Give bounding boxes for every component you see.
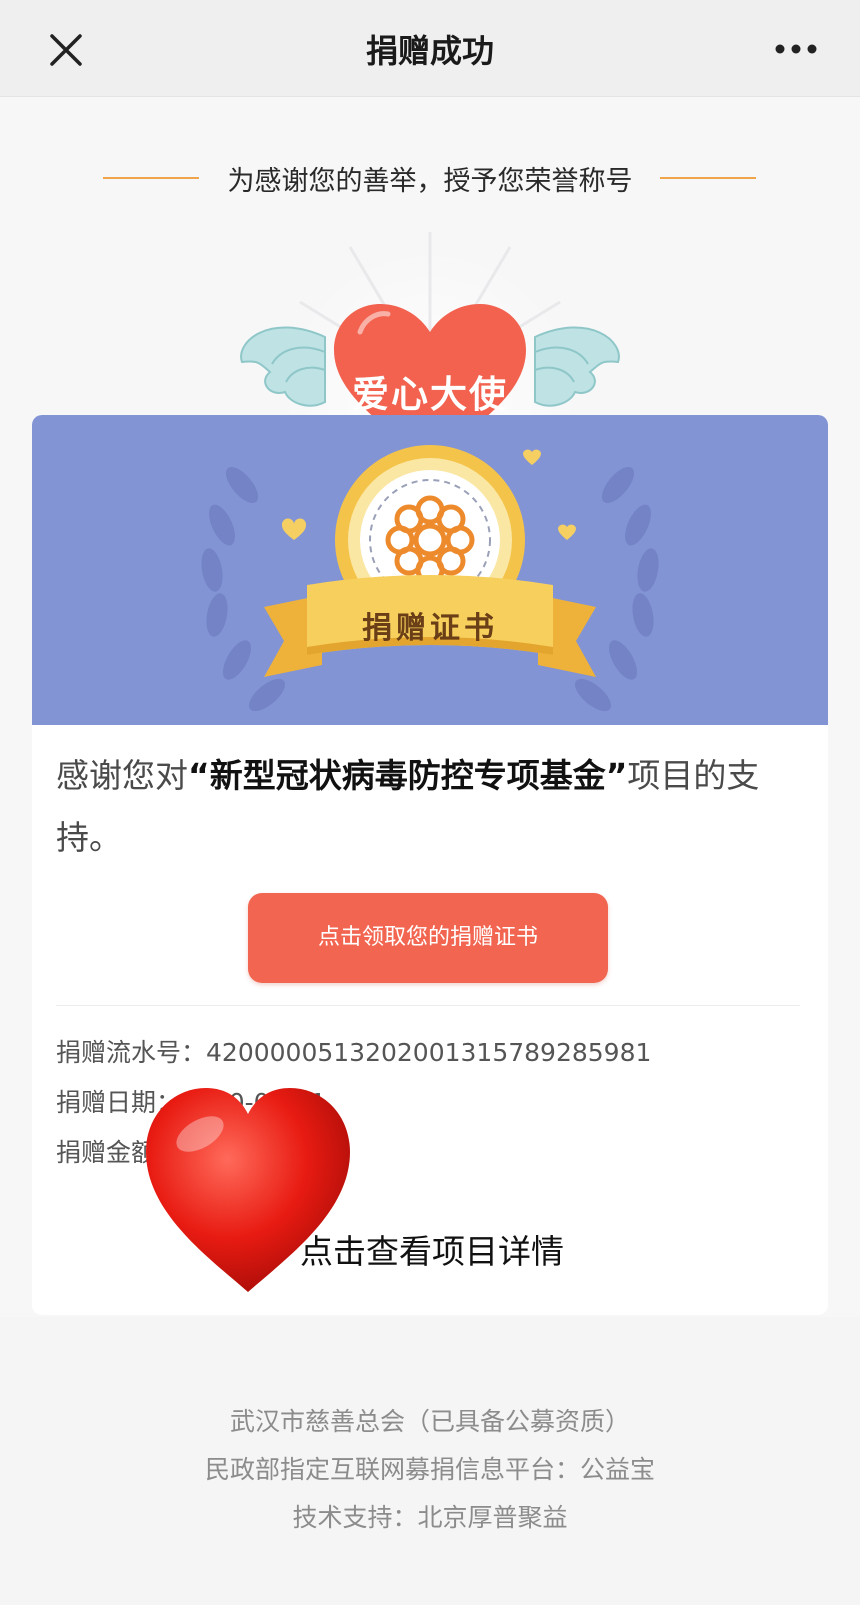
more-icon[interactable] xyxy=(772,32,820,66)
divider-line xyxy=(660,177,756,179)
heart-emoji-icon xyxy=(146,1088,350,1292)
top-bar: 捐赠成功 xyxy=(0,0,860,97)
footer-line: 技术支持：北京厚普聚益 xyxy=(292,1503,568,1532)
thanks-message: 感谢您对“新型冠状病毒防控专项基金”项目的支持。 xyxy=(56,745,806,869)
honor-header: 为感谢您的善举，授予您荣誉称号 xyxy=(0,157,860,197)
serial-label: 捐赠流水号： xyxy=(56,1038,207,1067)
badge-title: 爱心大使 xyxy=(352,373,508,416)
footer-line: 武汉市慈善总会（已具备公募资质） xyxy=(229,1407,630,1436)
certificate-banner: 捐赠证书 xyxy=(32,415,828,725)
project-name: “新型冠状病毒防控专项基金” xyxy=(188,756,628,795)
footer-line: 民政部指定互联网募捐信息平台：公益宝 xyxy=(204,1455,655,1484)
footer: 武汉市慈善总会（已具备公募资质） 民政部指定互联网募捐信息平台：公益宝 技术支持… xyxy=(0,1398,860,1542)
serial-value: 4200000513202001315789285981 xyxy=(206,1038,652,1067)
thanks-prefix: 感谢您对 xyxy=(56,756,188,795)
certificate-medal-icon xyxy=(201,445,659,712)
content-area: 为感谢您的善举，授予您荣誉称号 爱心大使 捐赠证书 感谢您对“新型冠状病毒防控专… xyxy=(0,97,860,1317)
page-title: 捐赠成功 xyxy=(365,32,494,70)
claim-certificate-button[interactable]: 点击领取您的捐赠证书 xyxy=(248,893,608,983)
serial-row: 捐赠流水号：4200000513202001315789285981 xyxy=(56,1033,651,1069)
divider xyxy=(56,1005,800,1006)
certificate-label: 捐赠证书 xyxy=(362,611,498,646)
